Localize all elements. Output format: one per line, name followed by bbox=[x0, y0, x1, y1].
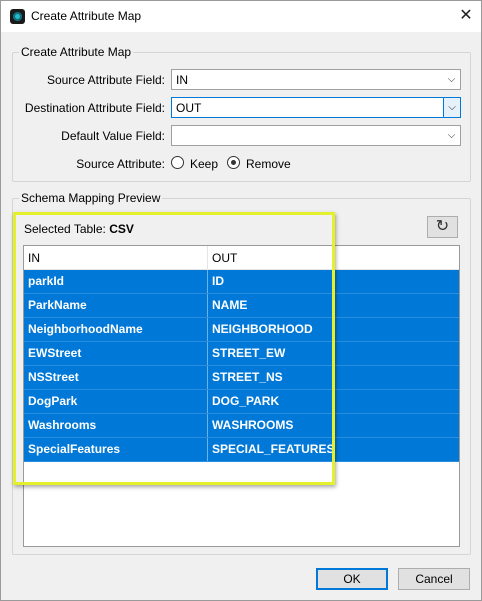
ok-button[interactable]: OK bbox=[316, 568, 388, 590]
table-row[interactable]: DogPark DOG_PARK bbox=[24, 390, 459, 414]
cancel-button[interactable]: Cancel bbox=[398, 568, 470, 590]
group-legend: Create Attribute Map bbox=[19, 45, 134, 59]
keep-radio-label[interactable]: Keep bbox=[190, 157, 218, 171]
table-row[interactable]: NSStreet STREET_NS bbox=[24, 366, 459, 390]
table-row[interactable]: parkId ID bbox=[24, 270, 459, 294]
cell-out: ID bbox=[212, 274, 224, 288]
chevron-down-icon[interactable]: ⌵ bbox=[443, 70, 460, 89]
group-legend: Schema Mapping Preview bbox=[19, 191, 163, 205]
destination-field-value: OUT bbox=[176, 101, 202, 115]
default-value-combo[interactable]: ⌵ bbox=[171, 125, 461, 146]
keep-radio[interactable] bbox=[171, 156, 184, 169]
cell-out: NEIGHBORHOOD bbox=[212, 322, 313, 336]
selected-table-label: Selected Table: CSV bbox=[24, 222, 134, 236]
default-value-label: Default Value Field: bbox=[61, 129, 165, 143]
cell-out: STREET_NS bbox=[212, 370, 283, 384]
chevron-down-icon[interactable]: ⌵ bbox=[443, 126, 460, 145]
cell-out: NAME bbox=[212, 298, 248, 312]
cell-in: ParkName bbox=[24, 294, 208, 317]
cell-in: Washrooms bbox=[24, 414, 208, 437]
schema-mapping-table[interactable]: IN OUT parkId ID ParkName NAME Neighborh… bbox=[23, 245, 460, 547]
destination-field-label: Destination Attribute Field: bbox=[24, 101, 165, 115]
table-row[interactable]: ParkName NAME bbox=[24, 294, 459, 318]
table-header: IN OUT bbox=[24, 246, 459, 270]
cell-out: DOG_PARK bbox=[212, 394, 280, 408]
refresh-button[interactable]: ↻ bbox=[427, 216, 458, 238]
cell-in: EWStreet bbox=[24, 342, 208, 365]
refresh-icon: ↻ bbox=[435, 218, 450, 235]
create-attribute-map-dialog: Create Attribute Map ✕ Create Attribute … bbox=[0, 0, 482, 601]
cell-in: NeighborhoodName bbox=[24, 318, 208, 341]
window-title: Create Attribute Map bbox=[31, 9, 142, 23]
table-row[interactable]: Washrooms WASHROOMS bbox=[24, 414, 459, 438]
chevron-down-icon[interactable]: ⌵ bbox=[443, 98, 460, 117]
cell-in: NSStreet bbox=[24, 366, 208, 389]
source-field-label: Source Attribute Field: bbox=[46, 73, 165, 87]
app-icon bbox=[10, 9, 25, 24]
remove-radio[interactable] bbox=[227, 156, 240, 169]
table-row[interactable]: NeighborhoodName NEIGHBORHOOD bbox=[24, 318, 459, 342]
cell-out: STREET_EW bbox=[212, 346, 286, 360]
cell-out: SPECIAL_FEATURES bbox=[212, 442, 335, 456]
table-row[interactable]: SpecialFeatures SPECIAL_FEATURES bbox=[24, 438, 459, 462]
cell-out: WASHROOMS bbox=[212, 418, 294, 432]
table-row[interactable]: EWStreet STREET_EW bbox=[24, 342, 459, 366]
remove-radio-label[interactable]: Remove bbox=[246, 157, 291, 171]
title-bar: Create Attribute Map ✕ bbox=[1, 1, 481, 32]
source-attribute-label: Source Attribute: bbox=[76, 157, 165, 171]
cell-in: parkId bbox=[24, 270, 208, 293]
close-icon[interactable]: ✕ bbox=[453, 4, 479, 28]
column-header-out[interactable]: OUT bbox=[208, 246, 459, 270]
column-header-in[interactable]: IN bbox=[24, 246, 208, 270]
source-field-combo[interactable]: IN ⌵ bbox=[171, 69, 461, 90]
selected-table-value: CSV bbox=[109, 222, 134, 236]
source-field-value: IN bbox=[176, 73, 188, 87]
cell-in: DogPark bbox=[24, 390, 208, 413]
cell-in: SpecialFeatures bbox=[24, 438, 208, 461]
destination-field-combo[interactable]: OUT ⌵ bbox=[171, 97, 461, 118]
